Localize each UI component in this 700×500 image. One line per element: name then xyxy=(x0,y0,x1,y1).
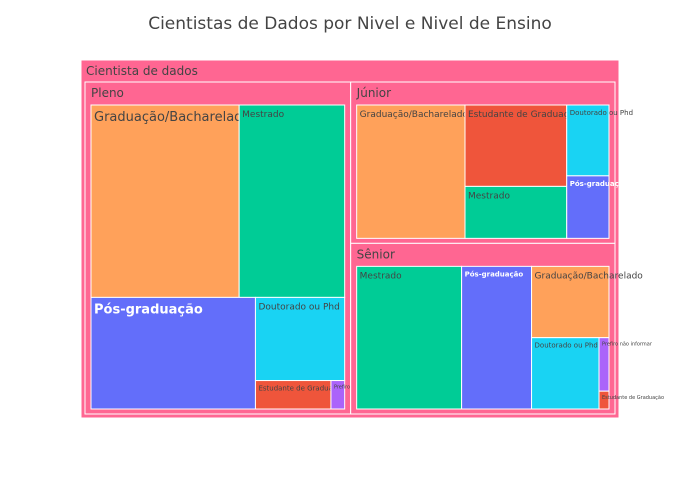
treemap-tile-label-junior-graduacao-bacharelado: Graduação/Bacharelado xyxy=(360,110,469,120)
treemap-group-label-senior: Sênior xyxy=(357,247,395,261)
treemap-chart: Cientistas de Dados por Nivel e Nivel de… xyxy=(80,14,664,419)
treemap-group-label-pleno: Pleno xyxy=(91,86,124,100)
treemap-tile-senior-pos-graduacao[interactable] xyxy=(461,265,533,410)
treemap-tile-label-senior-mestrado: Mestrado xyxy=(360,271,402,281)
treemap-root-label: Cientista de dados xyxy=(86,64,198,78)
treemap-tile-label-senior-graduacao-bacharelado: Graduação/Bacharelado xyxy=(535,271,644,281)
treemap-group-label-junior: Júnior xyxy=(356,86,391,100)
treemap-tile-label-senior-doutorado-ou-phd: Doutorado ou Phd xyxy=(535,342,598,350)
treemap-tile-label-junior-estudante-de-graduacao: Estudante de Graduação xyxy=(468,110,580,120)
treemap-tile-label-junior-pos-graduacao: Pós-graduação xyxy=(570,180,629,188)
treemap-tile-senior-mestrado[interactable] xyxy=(356,265,463,410)
treemap-tile-pleno-mestrado[interactable] xyxy=(238,104,346,298)
treemap-tile-label-pleno-doutorado-ou-phd: Doutorado ou Phd xyxy=(258,302,339,312)
treemap-tile-junior-graduacao-bacharelado[interactable] xyxy=(356,104,466,239)
treemap-tile-label-junior-mestrado: Mestrado xyxy=(468,191,510,201)
treemap-tile-label-pleno-mestrado: Mestrado xyxy=(242,110,284,120)
treemap-tile-label-junior-doutorado-ou-phd: Doutorado ou Phd xyxy=(570,109,633,117)
treemap-tile-label-senior-estudante-de-graduacao: Estudante de Graduação xyxy=(602,395,664,401)
chart-title: Cientistas de Dados por Nivel e Nivel de… xyxy=(148,14,552,34)
treemap-tile-label-senior-prefiro-nao-informar: Prefiro não informar xyxy=(602,342,653,348)
treemap-tile-label-pleno-graduacao-bacharelado: Graduação/Bacharelado xyxy=(94,110,250,125)
treemap-tile-pleno-graduacao-bacharelado[interactable] xyxy=(90,104,240,298)
treemap-tile-label-pleno-pos-graduacao: Pós-graduação xyxy=(94,302,203,317)
treemap-tile-label-senior-pos-graduacao: Pós-graduação xyxy=(465,270,524,278)
treemap-tiles: Cientista de dados Pleno Graduação/Bachare… xyxy=(80,59,664,419)
